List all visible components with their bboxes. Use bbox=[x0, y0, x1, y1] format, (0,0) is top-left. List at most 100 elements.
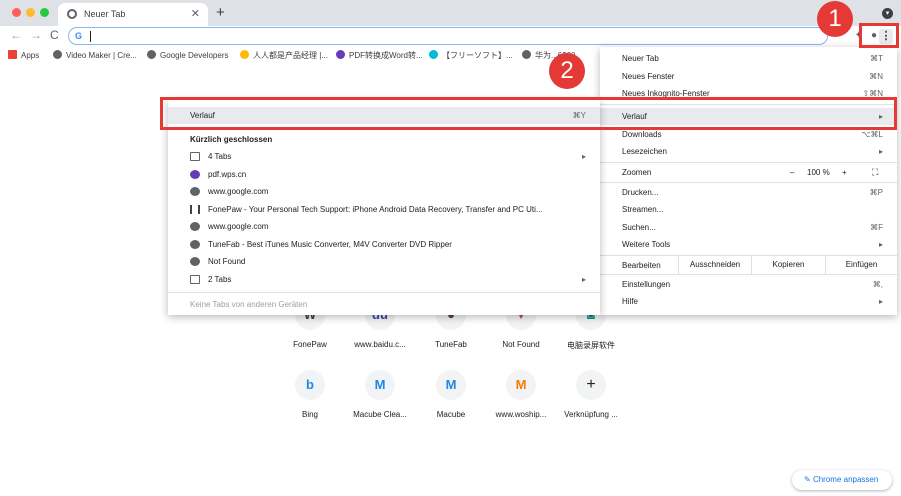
history-item[interactable]: TuneFab - Best iTunes Music Converter, M… bbox=[168, 236, 600, 253]
shortcut-label: www.woship... bbox=[495, 410, 547, 419]
divider bbox=[600, 274, 897, 275]
menu-item-help[interactable]: Hilfe ▸ bbox=[600, 293, 897, 310]
shortcut-bing[interactable]: b Bing bbox=[270, 370, 350, 419]
renren-icon bbox=[240, 50, 249, 59]
shortcut-label: 电脑录屏软件 bbox=[567, 341, 615, 350]
minimize-window-button[interactable] bbox=[26, 8, 35, 17]
bookmark-pdf[interactable]: PDF转换成Word转... bbox=[336, 50, 423, 61]
folder-icon bbox=[190, 275, 200, 284]
bookmark-video-maker[interactable]: Video Maker | Cre... bbox=[53, 50, 137, 60]
paste-button[interactable]: Einfügen bbox=[825, 256, 897, 274]
bookmark-google-developers[interactable]: Google Developers bbox=[147, 50, 228, 60]
text-caret bbox=[90, 31, 91, 42]
shortcut-label: FonePaw bbox=[293, 340, 327, 349]
chevron-right-icon: ▸ bbox=[878, 240, 883, 249]
zoom-window-button[interactable] bbox=[40, 8, 49, 17]
bing-icon: b bbox=[295, 370, 325, 400]
menu-item-more-tools[interactable]: Weitere Tools ▸ bbox=[600, 236, 897, 253]
shortcut-macube[interactable]: M Macube bbox=[411, 370, 491, 419]
plus-icon: + bbox=[576, 370, 606, 400]
fullscreen-icon[interactable]: ⛶ bbox=[872, 167, 878, 178]
menu-item-cast[interactable]: Streamen... bbox=[600, 201, 897, 218]
history-item[interactable]: FonePaw - Your Personal Tech Support: iP… bbox=[168, 201, 600, 218]
chrome-icon bbox=[67, 9, 77, 19]
tab-neuer-tab[interactable]: Neuer Tab ✕ bbox=[58, 3, 208, 26]
history-item[interactable]: www.google.com bbox=[168, 183, 600, 200]
menu-item-zoom: Zoomen – 100 % + ⛶ bbox=[622, 167, 879, 178]
bookmark-freesoft[interactable]: 【フリーソフト】... bbox=[429, 50, 513, 61]
bookmark-renren[interactable]: 人人都是产品经理 |... bbox=[240, 50, 328, 61]
shortcut-macube-cleaner[interactable]: M Macube Clea... bbox=[340, 370, 420, 419]
macube-icon: M bbox=[365, 370, 395, 400]
menu-item-new-window[interactable]: Neues Fenster ⌘N bbox=[600, 68, 897, 85]
customize-chrome-button[interactable]: ✎ Chrome anpassen bbox=[792, 470, 892, 490]
menu-item-settings[interactable]: Einstellungen ⌘, bbox=[600, 276, 897, 293]
bookmark-apps[interactable]: Apps bbox=[8, 50, 39, 60]
menu-item-print[interactable]: Drucken... ⌘P bbox=[600, 184, 897, 201]
woship-icon: M bbox=[506, 370, 536, 400]
back-button[interactable]: ← bbox=[10, 28, 22, 42]
recently-closed-heading: Kürzlich geschlossen bbox=[190, 135, 273, 144]
divider bbox=[600, 162, 897, 163]
globe-icon bbox=[190, 240, 200, 249]
zoom-out-button[interactable]: – bbox=[790, 168, 794, 177]
tab-close-icon[interactable]: ✕ bbox=[191, 7, 200, 20]
shortcut-label: Macube Clea... bbox=[353, 410, 407, 419]
pencil-icon: ✎ bbox=[804, 475, 811, 484]
history-item[interactable]: 4 Tabs ▸ bbox=[168, 148, 600, 165]
cut-button[interactable]: Ausschneiden bbox=[678, 256, 751, 274]
customize-label: Chrome anpassen bbox=[812, 475, 879, 484]
toolbar: ← → C G ✦ ● ⋮ bbox=[0, 26, 901, 47]
globe-icon bbox=[53, 50, 62, 59]
globe-icon bbox=[190, 222, 200, 231]
pdf-icon bbox=[336, 50, 345, 59]
folder-icon bbox=[190, 152, 200, 161]
highlight-history-row bbox=[160, 97, 897, 130]
other-devices-note: Keine Tabs von anderen Geräten bbox=[190, 300, 308, 309]
shortcut-woship[interactable]: M www.woship... bbox=[481, 370, 561, 419]
chevron-right-icon: ▸ bbox=[878, 297, 883, 306]
chevron-right-icon: ▸ bbox=[581, 152, 586, 161]
shortcut-label: Macube bbox=[436, 410, 466, 419]
menu-item-new-tab[interactable]: Neuer Tab ⌘T bbox=[600, 50, 897, 67]
history-item[interactable]: www.google.com bbox=[168, 218, 600, 235]
forward-button[interactable]: → bbox=[30, 28, 42, 42]
copy-button[interactable]: Kopieren bbox=[751, 256, 825, 274]
globe-icon bbox=[190, 187, 200, 196]
freesoft-icon bbox=[429, 50, 438, 59]
new-tab-button[interactable]: + bbox=[216, 4, 225, 21]
menu-item-find[interactable]: Suchen... ⌘F bbox=[600, 219, 897, 236]
globe-icon bbox=[147, 50, 156, 59]
shortcut-label: Bing bbox=[301, 410, 318, 419]
shortcut-label: www.baidu.c... bbox=[354, 340, 406, 349]
history-submenu: Verlauf ⌘Y Kürzlich geschlossen 4 Tabs ▸ … bbox=[168, 100, 600, 315]
fonepaw-icon bbox=[190, 205, 200, 214]
history-item[interactable]: Not Found bbox=[168, 253, 600, 270]
chevron-right-icon: ▸ bbox=[581, 275, 586, 284]
divider bbox=[168, 292, 600, 293]
shortcut-label: TuneFab bbox=[435, 340, 467, 349]
menu-item-edit: Bearbeiten Ausschneiden Kopieren Einfüge… bbox=[600, 256, 897, 274]
reload-button[interactable]: C bbox=[50, 28, 59, 42]
chevron-right-icon: ▸ bbox=[878, 147, 883, 156]
zoom-in-button[interactable]: + bbox=[842, 168, 847, 177]
shortcut-add[interactable]: + Verknüpfung ... bbox=[551, 370, 631, 419]
history-item[interactable]: 2 Tabs ▸ bbox=[168, 271, 600, 288]
close-window-button[interactable] bbox=[12, 8, 21, 17]
history-item[interactable]: pdf.wps.cn bbox=[168, 166, 600, 183]
menu-item-bookmarks[interactable]: Lesezeichen ▸ bbox=[600, 143, 897, 160]
highlight-menu-button bbox=[859, 23, 899, 48]
divider bbox=[600, 182, 897, 183]
globe-icon bbox=[190, 257, 200, 266]
title-bar: Neuer Tab ✕ + ▾ bbox=[0, 0, 901, 26]
address-bar[interactable]: G bbox=[68, 27, 828, 45]
chrome-menu: Neuer Tab ⌘T Neues Fenster ⌘N Neues Inkogn… bbox=[600, 47, 897, 315]
apps-grid-icon bbox=[8, 50, 17, 59]
step-badge-1: 1 bbox=[817, 1, 853, 37]
zoom-value: 100 % bbox=[807, 168, 830, 177]
pdf-icon bbox=[190, 170, 200, 179]
globe-icon bbox=[522, 50, 531, 59]
tab-title: Neuer Tab bbox=[84, 9, 126, 19]
tab-search-icon[interactable]: ▾ bbox=[882, 8, 893, 19]
macube-icon: M bbox=[436, 370, 466, 400]
